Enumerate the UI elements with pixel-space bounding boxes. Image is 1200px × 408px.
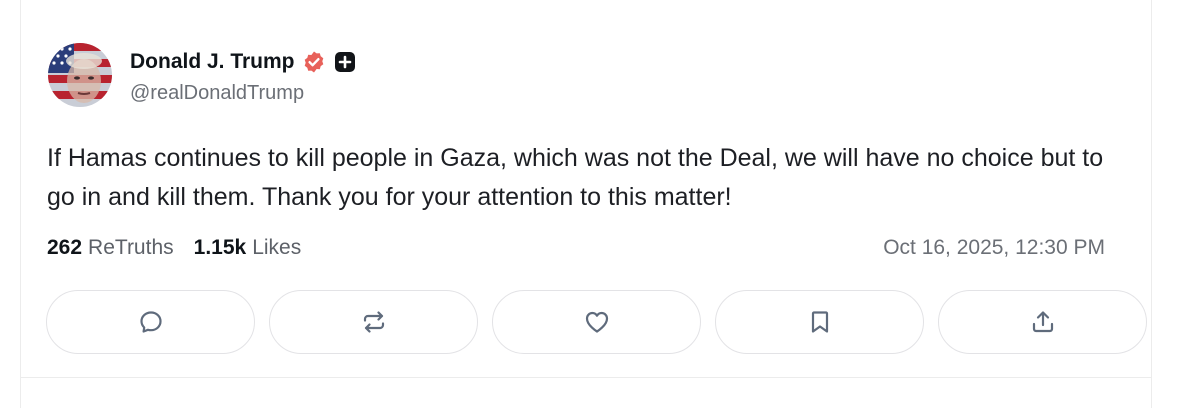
share-icon — [1032, 311, 1053, 333]
retruths-label[interactable]: ReTruths — [88, 236, 174, 260]
author-name[interactable]: Donald J. Trump — [130, 50, 295, 74]
plus-badge-icon — [334, 52, 355, 72]
action-bar — [46, 290, 1147, 354]
bookmark-button[interactable] — [715, 290, 924, 354]
repost-icon — [363, 311, 384, 333]
retruths-count[interactable]: 262 — [47, 236, 82, 260]
likes-count[interactable]: 1.15k — [194, 236, 247, 260]
like-button[interactable] — [492, 290, 701, 354]
share-button[interactable] — [938, 290, 1147, 354]
post-card: Donald J. Trump @realDonaldTrump If Hama… — [20, 0, 1152, 378]
avatar[interactable] — [48, 43, 112, 107]
author-handle[interactable]: @realDonaldTrump — [130, 82, 304, 105]
comment-icon — [139, 311, 162, 333]
retruth-button[interactable] — [269, 290, 478, 354]
next-post-edge — [20, 378, 1152, 408]
reply-button[interactable] — [46, 290, 255, 354]
post-stats: 262 ReTruths 1.15k Likes — [47, 236, 301, 260]
avatar-image — [48, 43, 112, 107]
likes-label[interactable]: Likes — [252, 236, 301, 260]
post-text: If Hamas continues to kill people in Gaz… — [47, 144, 1104, 211]
bookmark-icon — [811, 311, 828, 333]
author-row: Donald J. Trump — [130, 48, 356, 76]
verified-icon — [304, 51, 323, 73]
heart-icon — [585, 311, 608, 333]
post-timestamp[interactable]: Oct 16, 2025, 12:30 PM — [883, 236, 1105, 260]
